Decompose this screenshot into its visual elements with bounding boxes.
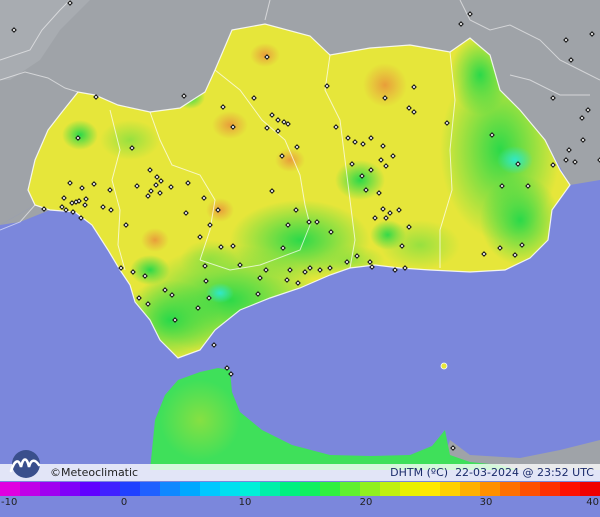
legend-color-segment	[580, 482, 600, 496]
legend-color-segment	[100, 482, 120, 496]
legend-color-segment	[180, 482, 200, 496]
legend-color-segment	[480, 482, 500, 496]
copyright-symbol: ©	[50, 466, 61, 479]
legend-tick: 10	[238, 497, 252, 508]
data-stamp: DHTM (ºC) 22-03-2024 @ 23:52 UTC	[390, 466, 594, 479]
legend-color-segment	[340, 482, 360, 496]
meteoclimatic-logo-icon	[9, 450, 41, 478]
legend-color-segment	[560, 482, 580, 496]
legend-color-segment	[260, 482, 280, 496]
legend-color-segment	[60, 482, 80, 496]
legend-tick: 20	[359, 497, 373, 508]
legend-color-segment	[20, 482, 40, 496]
legend-color-segment	[440, 482, 460, 496]
legend-color-segment	[80, 482, 100, 496]
legend-tick: -10	[1, 497, 18, 508]
legend-color-segment	[420, 482, 440, 496]
legend-color-segment	[380, 482, 400, 496]
legend-color-segment	[520, 482, 540, 496]
legend-color-segment	[300, 482, 320, 496]
legend-color-segment	[120, 482, 140, 496]
legend-tick: 0	[120, 497, 128, 508]
legend-color-segment	[400, 482, 420, 496]
brand-text: ©Meteoclimatic	[50, 466, 138, 479]
legend-color-segment	[220, 482, 240, 496]
legend-color-segment	[140, 482, 160, 496]
color-legend-ticks: -10 0 10 20 30 40	[0, 497, 600, 515]
datetime-label: 22-03-2024 @ 23:52 UTC	[455, 466, 594, 479]
temperature-map	[0, 0, 600, 517]
legend-color-segment	[360, 482, 380, 496]
legend-color-segment	[160, 482, 180, 496]
brand-name: Meteoclimatic	[61, 466, 139, 479]
legend-tick: 40	[586, 497, 599, 508]
legend-color-segment	[500, 482, 520, 496]
legend-color-segment	[540, 482, 560, 496]
legend-color-segment	[320, 482, 340, 496]
map-frame: ©Meteoclimatic DHTM (ºC) 22-03-2024 @ 23…	[0, 0, 600, 517]
legend-color-segment	[460, 482, 480, 496]
legend-color-segment	[40, 482, 60, 496]
alboran-island	[440, 362, 448, 370]
legend-tick: 30	[479, 497, 493, 508]
color-legend-bar	[0, 482, 600, 496]
legend-color-segment	[0, 482, 20, 496]
legend-color-segment	[280, 482, 300, 496]
variable-label: DHTM (ºC)	[390, 466, 449, 479]
legend-color-segment	[240, 482, 260, 496]
legend-color-segment	[200, 482, 220, 496]
